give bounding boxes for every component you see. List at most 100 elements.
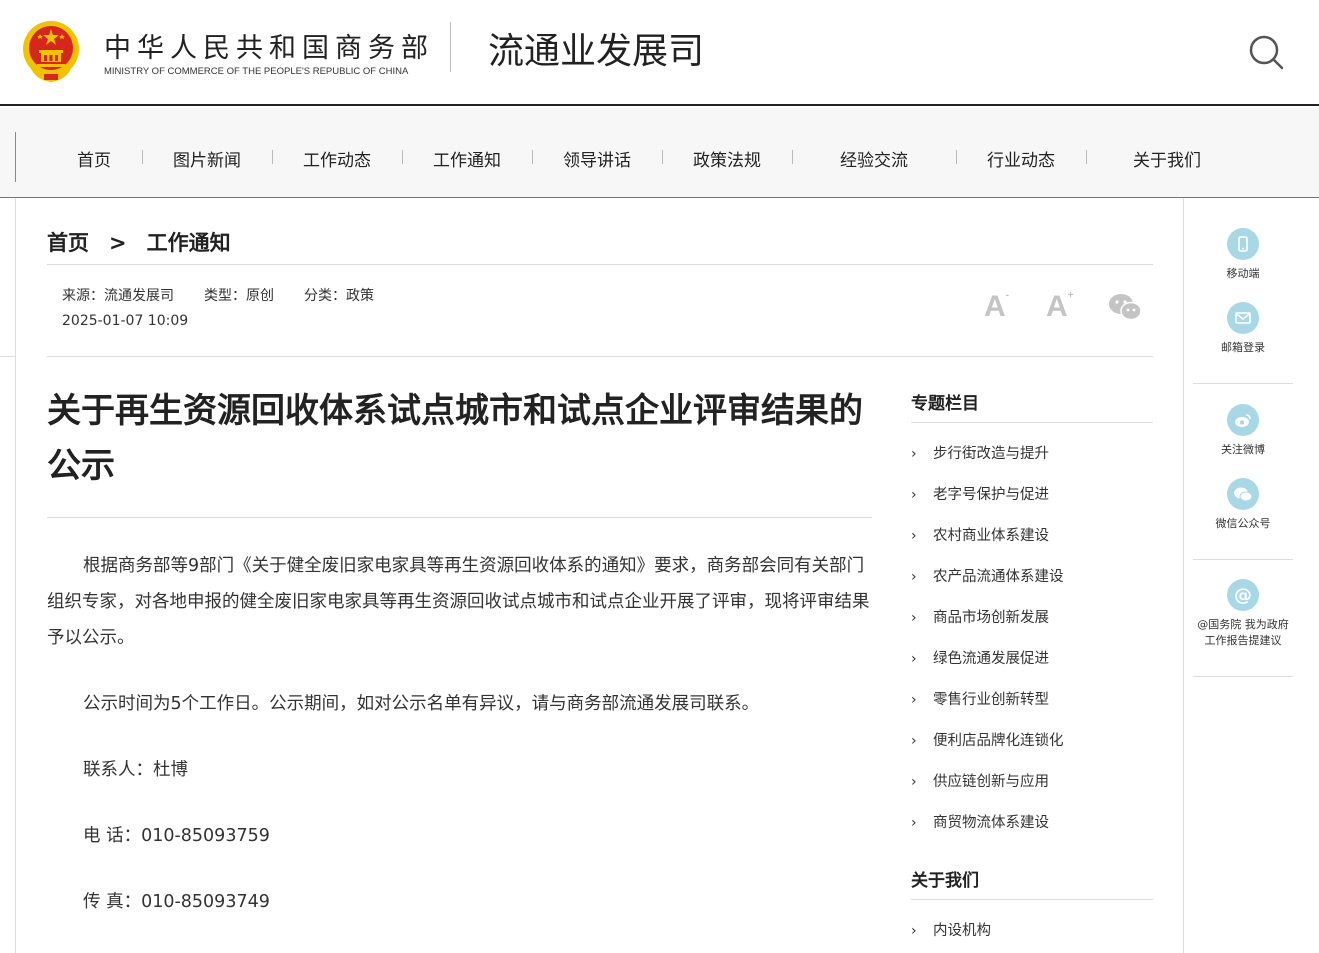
- main-nav: 首页 图片新闻 工作动态 工作通知 领导讲话 政策法规 经验交流 行业动态 关于…: [0, 108, 1319, 198]
- chevron-right-icon: ›: [911, 733, 917, 749]
- topic-label: 便利店品牌化连锁化: [933, 733, 1064, 749]
- nav-separator: [532, 150, 533, 164]
- meta-date: 2025-01-07 10:09: [62, 313, 189, 329]
- gov-suggestion-button[interactable]: @ @国务院 我为政府 工作报告提建议: [1184, 579, 1302, 649]
- header-divider: [450, 22, 451, 72]
- topic-label: 绿色流通发展促进: [933, 651, 1049, 667]
- mobile-phone-icon: [1227, 228, 1259, 260]
- topics-rule: [911, 422, 1153, 423]
- topic-label: 供应链创新与应用: [933, 774, 1049, 790]
- topics-heading: 专题栏目: [911, 394, 979, 414]
- at-sign-icon: @: [1227, 579, 1259, 611]
- nav-separator: [272, 150, 273, 164]
- topic-link[interactable]: › 便利店品牌化连锁化: [911, 729, 1064, 750]
- chevron-right-icon: ›: [911, 446, 917, 462]
- nav-item-experience[interactable]: 经验交流: [840, 146, 908, 171]
- nav-item-about[interactable]: 关于我们: [1133, 146, 1201, 171]
- font-increase-sup: +: [1067, 290, 1074, 301]
- nav-item-leader-speeches[interactable]: 领导讲话: [563, 146, 631, 171]
- breadcrumb: 首页 > 工作通知: [47, 227, 231, 257]
- nav-item-industry[interactable]: 行业动态: [987, 146, 1055, 171]
- font-increase-label: A: [1046, 290, 1068, 323]
- wechat-icon[interactable]: [1108, 292, 1142, 322]
- nav-separator: [956, 150, 957, 164]
- about-label: 内设机构: [933, 923, 991, 939]
- nav-separator: [1086, 150, 1087, 164]
- topic-link[interactable]: › 商品市场创新发展: [911, 606, 1049, 627]
- chevron-right-icon: ›: [911, 610, 917, 626]
- chevron-right-icon: ›: [911, 528, 917, 544]
- weibo-button[interactable]: 关注微博: [1184, 404, 1302, 458]
- chevron-right-icon: ›: [911, 774, 917, 790]
- nav-item-work-updates[interactable]: 工作动态: [303, 146, 371, 171]
- topic-link[interactable]: › 老字号保护与促进: [911, 483, 1049, 504]
- mail-icon: [1227, 302, 1259, 334]
- about-link[interactable]: › 内设机构: [911, 919, 991, 940]
- font-decrease-button[interactable]: A-: [984, 290, 1009, 324]
- about-heading: 关于我们: [911, 871, 979, 891]
- article-paragraph: 传 真：010-85093749: [83, 892, 270, 912]
- meta-category: 分类：政策: [304, 288, 374, 304]
- chevron-right-icon: ›: [911, 487, 917, 503]
- nav-separator: [402, 150, 403, 164]
- font-increase-button[interactable]: A+: [1046, 290, 1074, 324]
- topic-link[interactable]: › 商贸物流体系建设: [911, 811, 1049, 832]
- nav-item-work-notices[interactable]: 工作通知: [433, 146, 501, 171]
- nav-item-home[interactable]: 首页: [77, 146, 111, 171]
- ministry-name-cn[interactable]: 中华人民共和国商务部: [104, 26, 434, 65]
- topic-label: 零售行业创新转型: [933, 692, 1049, 708]
- ministry-name-en[interactable]: MINISTRY OF COMMERCE OF THE PEOPLE'S REP…: [104, 66, 408, 77]
- weibo-label: 关注微博: [1221, 443, 1265, 456]
- topic-link[interactable]: › 农产品流通体系建设: [911, 565, 1064, 586]
- topic-link[interactable]: › 农村商业体系建设: [911, 524, 1049, 545]
- suggestion-line-2: 工作报告提建议: [1204, 634, 1282, 647]
- chevron-right-icon: ›: [911, 569, 917, 585]
- chevron-right-icon: ›: [911, 651, 917, 667]
- meta-type: 类型：原创: [204, 288, 274, 304]
- topic-label: 商贸物流体系建设: [933, 815, 1049, 831]
- nav-separator: [662, 150, 663, 164]
- article-paragraph: 联系人：杜博: [83, 760, 188, 780]
- suggestion-label: @国务院 我为政府 工作报告提建议: [1184, 617, 1302, 649]
- toolbar-rule: [1193, 676, 1293, 677]
- chevron-right-icon: ›: [911, 692, 917, 708]
- title-rule: [47, 517, 872, 518]
- department-name[interactable]: 流通业发展司: [488, 22, 704, 74]
- mail-label: 邮箱登录: [1221, 341, 1265, 354]
- meta-source: 来源：流通发展司: [62, 288, 174, 304]
- mobile-button[interactable]: 移动端: [1184, 228, 1302, 282]
- meta-rule: [47, 356, 1153, 357]
- wechat-account-button[interactable]: 微信公众号: [1184, 478, 1302, 532]
- site-header: 中华人民共和国商务部 MINISTRY OF COMMERCE OF THE P…: [0, 0, 1319, 106]
- topic-link[interactable]: › 零售行业创新转型: [911, 688, 1049, 709]
- left-rail-mark: [0, 356, 15, 357]
- nav-separator: [792, 150, 793, 164]
- topic-link[interactable]: › 绿色流通发展促进: [911, 647, 1049, 668]
- topic-link[interactable]: › 步行街改造与提升: [911, 442, 1049, 463]
- national-emblem-logo[interactable]: [22, 20, 80, 82]
- article-paragraph: 根据商务部等9部门《关于健全废旧家电家具等再生资源回收体系的通知》要求，商务部会…: [47, 556, 870, 648]
- font-decrease-label: A: [984, 290, 1006, 323]
- toolbar-rule: [1193, 559, 1293, 560]
- nav-separator: [142, 150, 143, 164]
- wechat-label: 微信公众号: [1215, 517, 1271, 530]
- chevron-right-icon: ›: [911, 923, 917, 939]
- left-rail-line: [15, 198, 16, 953]
- article-paragraph: 公示时间为5个工作日。公示期间，如对公示名单有异议，请与商务部流通发展司联系。: [83, 694, 760, 714]
- suggestion-line-1: @国务院 我为政府: [1197, 618, 1289, 631]
- breadcrumb-current[interactable]: 工作通知: [147, 227, 231, 257]
- article-paragraph: 电 话：010-85093759: [83, 826, 270, 846]
- wechat-icon: [1227, 478, 1259, 510]
- nav-item-photo-news[interactable]: 图片新闻: [173, 146, 241, 171]
- weibo-icon: [1227, 404, 1259, 436]
- topic-label: 商品市场创新发展: [933, 610, 1049, 626]
- nav-item-policies[interactable]: 政策法规: [693, 146, 761, 171]
- topic-label: 老字号保护与促进: [933, 487, 1049, 503]
- mail-login-button[interactable]: 邮箱登录: [1184, 302, 1302, 356]
- topic-label: 步行街改造与提升: [933, 446, 1049, 462]
- breadcrumb-home[interactable]: 首页: [47, 227, 89, 257]
- topic-link[interactable]: › 供应链创新与应用: [911, 770, 1049, 791]
- topic-label: 农村商业体系建设: [933, 528, 1049, 544]
- search-icon[interactable]: [1246, 32, 1286, 72]
- breadcrumb-rule: [47, 264, 1153, 265]
